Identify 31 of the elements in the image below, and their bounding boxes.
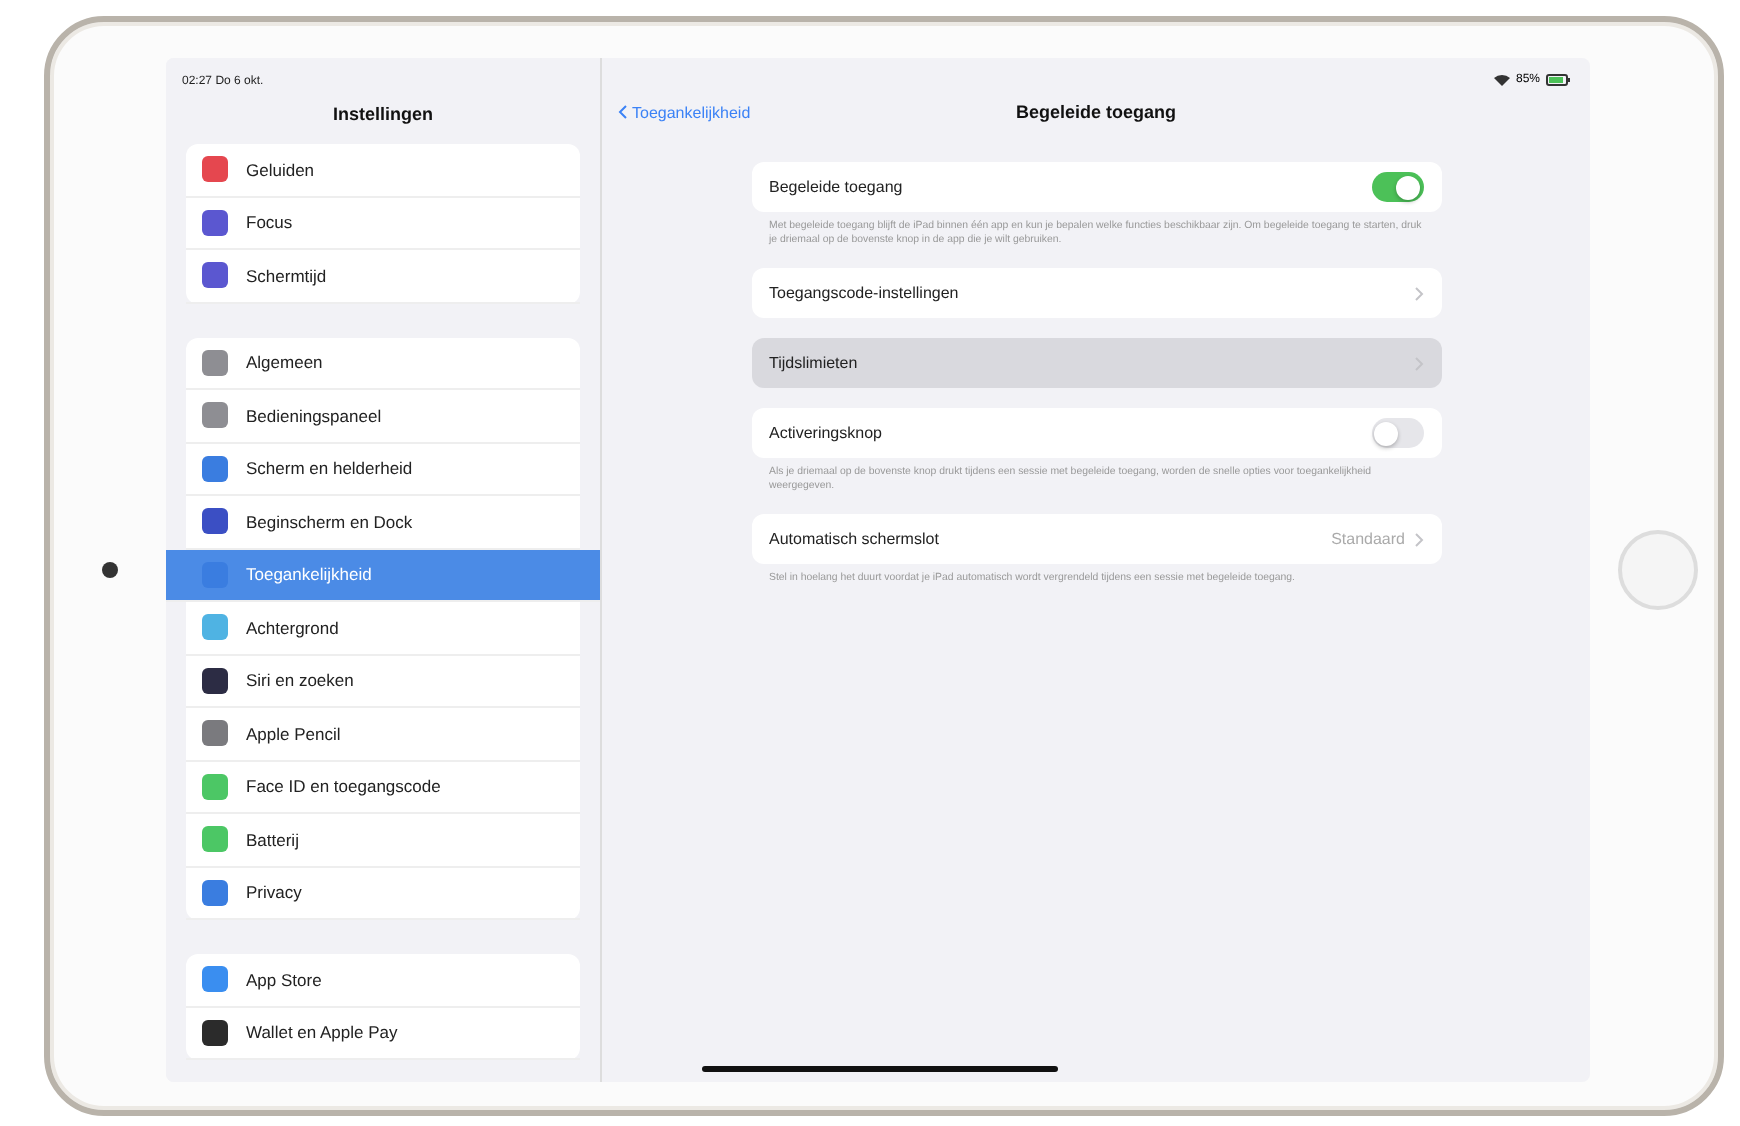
toggle-switch[interactable] [1371, 172, 1423, 202]
chevron-icon [1413, 531, 1423, 548]
battery-icon [1546, 74, 1570, 86]
sidebar-item[interactable]: Siri en zoeken [186, 655, 580, 708]
home-button[interactable] [1618, 530, 1698, 610]
sidebar-item[interactable]: Focus [186, 197, 580, 250]
chevron-icon [1413, 285, 1423, 302]
sidebar-item[interactable]: Achtergrond [186, 602, 580, 655]
settings-row[interactable]: Automatisch schermslot Standaard [751, 514, 1441, 565]
wifi-icon [1493, 74, 1510, 86]
sidebar-item[interactable]: Batterij [186, 814, 580, 867]
row-label: Begeleide toegang [769, 178, 905, 196]
row-value: Standaard [1331, 530, 1405, 549]
sidebar-item[interactable]: Algemeen [186, 337, 580, 390]
sidebar-item[interactable]: Apple Pencil [186, 708, 580, 761]
settings-row[interactable]: Tijdslimieten [751, 338, 1441, 389]
sidebar-item[interactable]: Face ID en toegangscode [186, 761, 580, 814]
sidebar-item[interactable]: App Store [186, 954, 580, 1007]
settings-row[interactable]: Toegangscode-instellingen [751, 268, 1441, 319]
sidebar-item[interactable]: Wallet en Apple Pay [186, 1007, 580, 1060]
row-label: Activeringsknop [769, 424, 884, 443]
sidebar-item[interactable]: Privacy [186, 867, 580, 920]
camera-icon [102, 562, 118, 578]
back-chevron-icon [618, 104, 628, 120]
sidebar-item[interactable]: Bedieningspaneel [186, 390, 580, 443]
sidebar-item[interactable]: Geluiden [186, 144, 580, 197]
sidebar-item[interactable]: Schermtijd [186, 250, 580, 303]
page-title: Begeleide toegang [1015, 102, 1176, 122]
sidebar-title: Instellingen [330, 102, 435, 128]
sidebar-item[interactable]: Scherm en helderheid [186, 443, 580, 496]
toggle-switch[interactable] [1371, 418, 1423, 449]
